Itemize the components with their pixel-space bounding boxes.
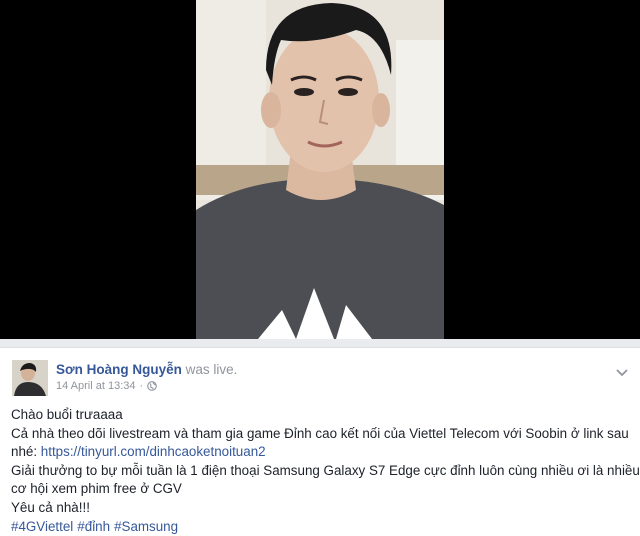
hashtag-line: #4GViettel #đỉnh #Samsung [11,518,631,536]
avatar[interactable] [12,360,48,396]
post-header: Sơn Hoàng Nguyễn was live. [56,362,237,377]
video-still-image [196,0,444,339]
post-line: nhé: https://tinyurl.com/dinhcaoketnoitu… [11,443,631,462]
post-line: cơ hội xem phim free ở CGV [11,481,182,497]
timestamp-link[interactable]: 14 April at 13:34 [56,380,136,392]
action-text: was live. [185,362,238,377]
post-text: Chào buổi trưaaaa Cả nhà theo dõi livest… [11,406,640,536]
meta-separator: · [139,380,144,392]
hashtag-link[interactable]: #đỉnh [77,519,110,534]
post-meta: 14 April at 13:34 · [56,380,158,392]
post-line: Chào buổi trưaaaa [11,407,123,422]
author-name-link[interactable]: Sơn Hoàng Nguyễn [56,362,182,377]
post-line: Giải thưởng to bự mỗi tuần là 1 điện tho… [11,462,640,478]
tinyurl-link[interactable]: https://tinyurl.com/dinhcaoketnoituan2 [41,444,266,459]
globe-icon[interactable] [147,381,158,391]
link-prefix: nhé: [11,444,41,460]
video-frame [196,0,444,339]
post-line: Yêu cả nhà!!! [11,499,90,515]
post-line: Cả nhà theo dõi livestream và tham gia g… [11,425,629,441]
hashtag-link[interactable]: #Samsung [114,519,178,534]
divider [0,339,640,347]
chevron-down-icon[interactable] [616,364,628,377]
live-video-player[interactable] [0,0,640,339]
post-card: Sơn Hoàng Nguyễn was live. 14 April at 1… [0,347,640,536]
hashtag-link[interactable]: #4GViettel [11,519,73,534]
